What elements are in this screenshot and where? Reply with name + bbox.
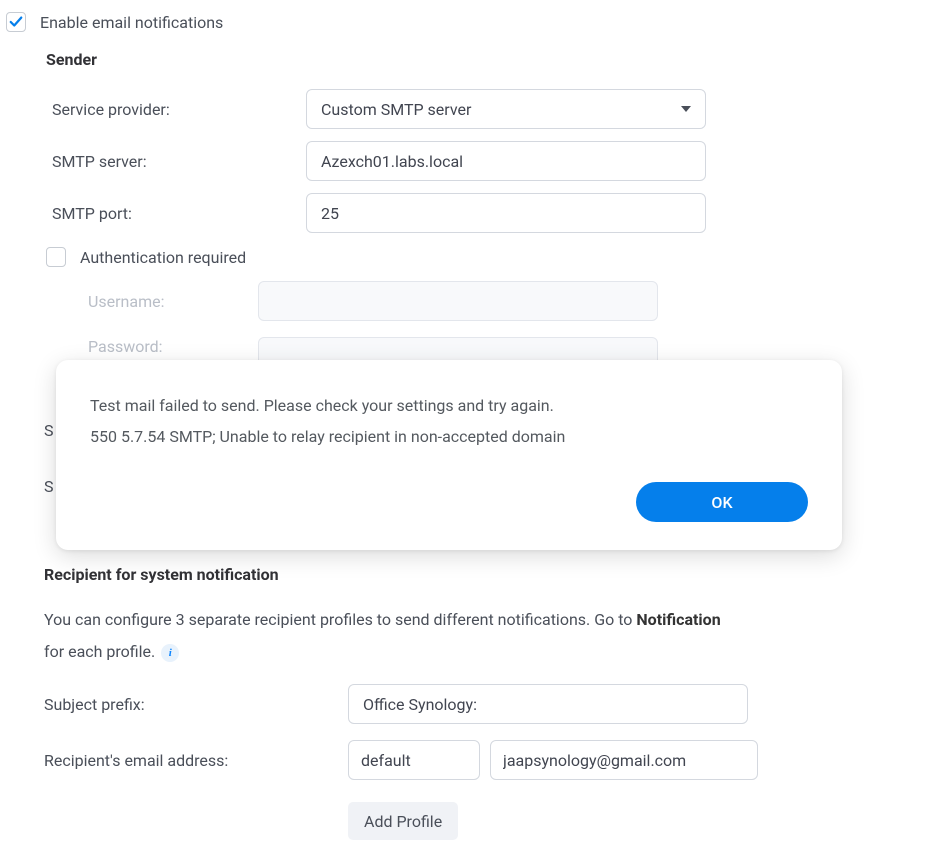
recipient-description: You can configure 3 separate recipient p… — [0, 598, 940, 674]
dialog-message-line1: Test mail failed to send. Please check y… — [90, 390, 808, 421]
enable-email-notifications-checkbox[interactable] — [6, 12, 26, 32]
enable-email-notifications-label: Enable email notifications — [40, 13, 223, 32]
error-dialog: Test mail failed to send. Please check y… — [56, 360, 842, 550]
sender-section-title: Sender — [0, 48, 940, 83]
smtp-port-input[interactable] — [306, 193, 706, 233]
smtp-server-label: SMTP server: — [6, 152, 306, 171]
smtp-port-label: SMTP port: — [6, 204, 306, 223]
dialog-message-line2: 550 5.7.54 SMTP; Unable to relay recipie… — [90, 421, 808, 452]
subject-prefix-label: Subject prefix: — [44, 695, 348, 714]
smtp-server-input[interactable] — [306, 141, 706, 181]
add-profile-button[interactable]: Add Profile — [348, 802, 458, 840]
check-icon — [9, 15, 23, 29]
service-provider-label: Service provider: — [6, 100, 306, 119]
authentication-required-label: Authentication required — [80, 248, 246, 267]
authentication-required-checkbox[interactable] — [46, 247, 66, 267]
password-label: Password: — [0, 337, 258, 356]
profile-name-input[interactable] — [348, 740, 480, 780]
ok-button[interactable]: OK — [636, 482, 808, 522]
recipient-email-input[interactable] — [490, 740, 758, 780]
chevron-down-icon — [681, 106, 691, 112]
service-provider-select[interactable]: Custom SMTP server — [306, 89, 706, 129]
username-label: Username: — [0, 292, 258, 311]
service-provider-value: Custom SMTP server — [321, 100, 471, 119]
username-input — [258, 281, 658, 321]
recipient-email-label: Recipient's email address: — [44, 751, 348, 770]
subject-prefix-input[interactable] — [348, 684, 748, 724]
info-icon[interactable]: i — [161, 644, 179, 662]
